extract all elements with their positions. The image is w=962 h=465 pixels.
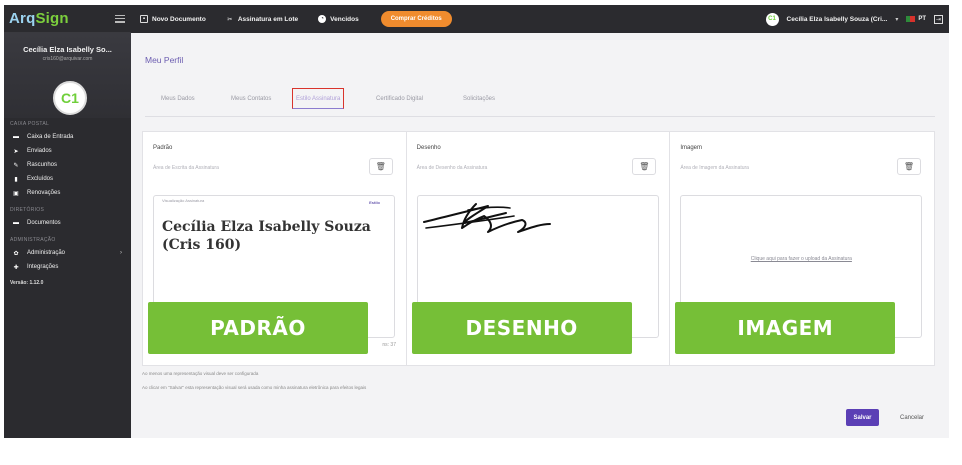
buy-credits-button[interactable]: Comprar Créditos (380, 11, 452, 27)
send-icon: ➤ (13, 148, 19, 155)
language-label: PT (918, 16, 926, 22)
chevron-down-icon[interactable]: ▾ (895, 16, 898, 23)
section-label-admin: ADMINISTRAÇÃO (10, 237, 56, 243)
save-button[interactable]: Salvar (846, 409, 879, 426)
user-avatar[interactable]: C1 (765, 12, 779, 26)
tab-signature-style[interactable]: Estilo Assinatura (292, 88, 345, 109)
cancel-button[interactable]: Cancelar (897, 409, 927, 426)
batch-signature-button[interactable]: ✂ Assinatura em Lote (226, 15, 298, 23)
profile-card: Cecília Elza Isabelly So... cris160@arqu… (4, 33, 131, 118)
sidebar-item-sent[interactable]: ➤ Enviados (4, 144, 131, 158)
sidebar-item-administration[interactable]: ✿ Administração › (4, 246, 131, 260)
tab-my-contacts[interactable]: Meus Contatos (231, 96, 271, 102)
puzzle-icon: ✚ (13, 264, 19, 271)
sidebar-item-label: Excluídos (27, 176, 54, 182)
standard-badge: PADRÃO (148, 302, 368, 354)
card-title: Padrão (153, 145, 173, 151)
language-selector[interactable]: PT (906, 16, 926, 22)
user-name[interactable]: Cecília Elza Isabelly Souza (Cri... (787, 16, 888, 23)
card-subtitle: Área de Imagem da Assinatura (680, 165, 749, 171)
sidebar-item-renewals[interactable]: ▣ Renovações (4, 186, 131, 200)
card-title: Desenho (416, 145, 441, 151)
hint-text: Ao menos uma representação visual deve s… (142, 371, 259, 376)
logo[interactable]: ArqSign (9, 10, 69, 27)
logo-prefix: Arq (9, 10, 36, 27)
legal-notice-text: Ao clicar em "Salvar" esta representação… (142, 385, 367, 390)
top-navigation-bar: ▪ Novo Documento ✂ Assinatura em Lote ◔ … (131, 5, 949, 33)
trash-icon: 🗑 (375, 162, 386, 171)
clock-icon: ◔ (318, 15, 327, 23)
profile-tabs: Meus Dados Meus Contatos Estilo Assinatu… (145, 88, 935, 117)
sidebar: ArqSign Cecília Elza Isabelly So... cris… (4, 5, 131, 438)
profile-email: cris160@arquivar.com (42, 56, 93, 62)
sidebar-item-label: Enviados (27, 148, 52, 154)
drawing-signature-card: Desenho Área de Desenho da Assinatura 🗑 … (407, 132, 671, 365)
trash-icon: 🗑 (639, 162, 650, 171)
character-counter: ns: 37 (382, 342, 396, 348)
batch-signature-label: Assinatura em Lote (237, 15, 299, 23)
section-label-directories: DIRETÓRIOS (10, 207, 45, 213)
card-subtitle: Área de Desenho da Assinatura (416, 165, 488, 171)
standard-signature-card: Padrão Área de Escrita da Assinatura 🗑 V… (143, 132, 407, 365)
sidebar-item-integrations[interactable]: ✚ Integrações (4, 260, 131, 274)
section-label-mailbox: CAIXA POSTAL (10, 121, 50, 127)
card-title: Imagem (680, 145, 702, 151)
avatar[interactable]: C1 (53, 81, 87, 115)
drawing-badge: DESENHO (411, 302, 632, 354)
folder-icon: ▬ (13, 220, 19, 226)
logo-suffix: Sign (35, 10, 69, 27)
sidebar-item-label: Integrações (27, 264, 59, 270)
image-signature-card: Imagem Área de Imagem da Assinatura 🗑 Cl… (670, 132, 934, 365)
tab-my-data[interactable]: Meus Dados (161, 96, 195, 102)
card-subtitle: Área de Escrita da Assinatura (153, 165, 219, 171)
profile-name: Cecília Elza Isabelly So... (23, 45, 112, 54)
upload-link[interactable]: Clique aqui para fazer o upload da Assin… (681, 256, 921, 262)
sidebar-item-label: Documentos (27, 220, 61, 226)
sidebar-item-deleted[interactable]: ▮ Excluídos (4, 172, 131, 186)
sidebar-item-label: Renovações (27, 190, 61, 196)
new-document-button[interactable]: ▪ Novo Documento (140, 15, 206, 23)
style-link[interactable]: Estilo (369, 200, 380, 205)
delete-button[interactable]: 🗑 (368, 158, 393, 175)
tab-digital-certificate[interactable]: Certificado Digital (376, 96, 423, 102)
tab-requests[interactable]: Solicitações (463, 96, 495, 102)
signature-cards: Padrão Área de Escrita da Assinatura 🗑 V… (142, 131, 935, 366)
logout-icon[interactable]: ⇥ (934, 14, 943, 24)
expired-label: Vencidos (330, 15, 359, 23)
pencil-icon: ✎ (13, 162, 19, 169)
sidebar-item-label: Caixa de Entrada (27, 134, 74, 140)
calendar-icon: ▣ (13, 190, 19, 197)
gear-icon: ✿ (13, 250, 19, 257)
logo-bar: ArqSign (4, 5, 131, 33)
portugal-flag-icon (906, 16, 916, 22)
trash-icon: 🗑 (903, 162, 915, 171)
topbar-right: C1 Cecília Elza Isabelly Souza (Cri... ▾… (765, 5, 943, 33)
image-badge: IMAGEM (675, 302, 896, 354)
expired-button[interactable]: ◔ Vencidos (318, 15, 359, 23)
main-content: Meu Perfil Meus Dados Meus Contatos Esti… (131, 33, 949, 438)
sidebar-item-label: Rascunhos (27, 162, 58, 168)
sidebar-item-drafts[interactable]: ✎ Rascunhos (4, 158, 131, 172)
sidebar-item-documents[interactable]: ▬ Documentos (4, 216, 131, 230)
signature-text: Cecília Elza Isabelly Souza (Cris 160) (162, 219, 371, 253)
inbox-icon: ▬ (13, 134, 19, 140)
new-document-label: Novo Documento (152, 15, 206, 23)
delete-button[interactable]: 🗑 (632, 158, 657, 175)
page-title: Meu Perfil (145, 55, 184, 65)
hamburger-menu-icon[interactable] (115, 14, 125, 23)
version-label: Versão: 1.12.0 (10, 280, 44, 286)
trash-icon: ▮ (14, 176, 18, 183)
chevron-right-icon: › (120, 250, 122, 256)
sidebar-item-label: Administração (27, 250, 66, 256)
preview-label: Visualização Assinatura (160, 198, 207, 203)
sidebar-item-inbox[interactable]: ▬ Caixa de Entrada (4, 130, 131, 144)
delete-button[interactable]: 🗑 (896, 158, 921, 175)
batch-signature-icon: ✂ (227, 16, 233, 23)
document-icon: ▪ (140, 15, 148, 23)
